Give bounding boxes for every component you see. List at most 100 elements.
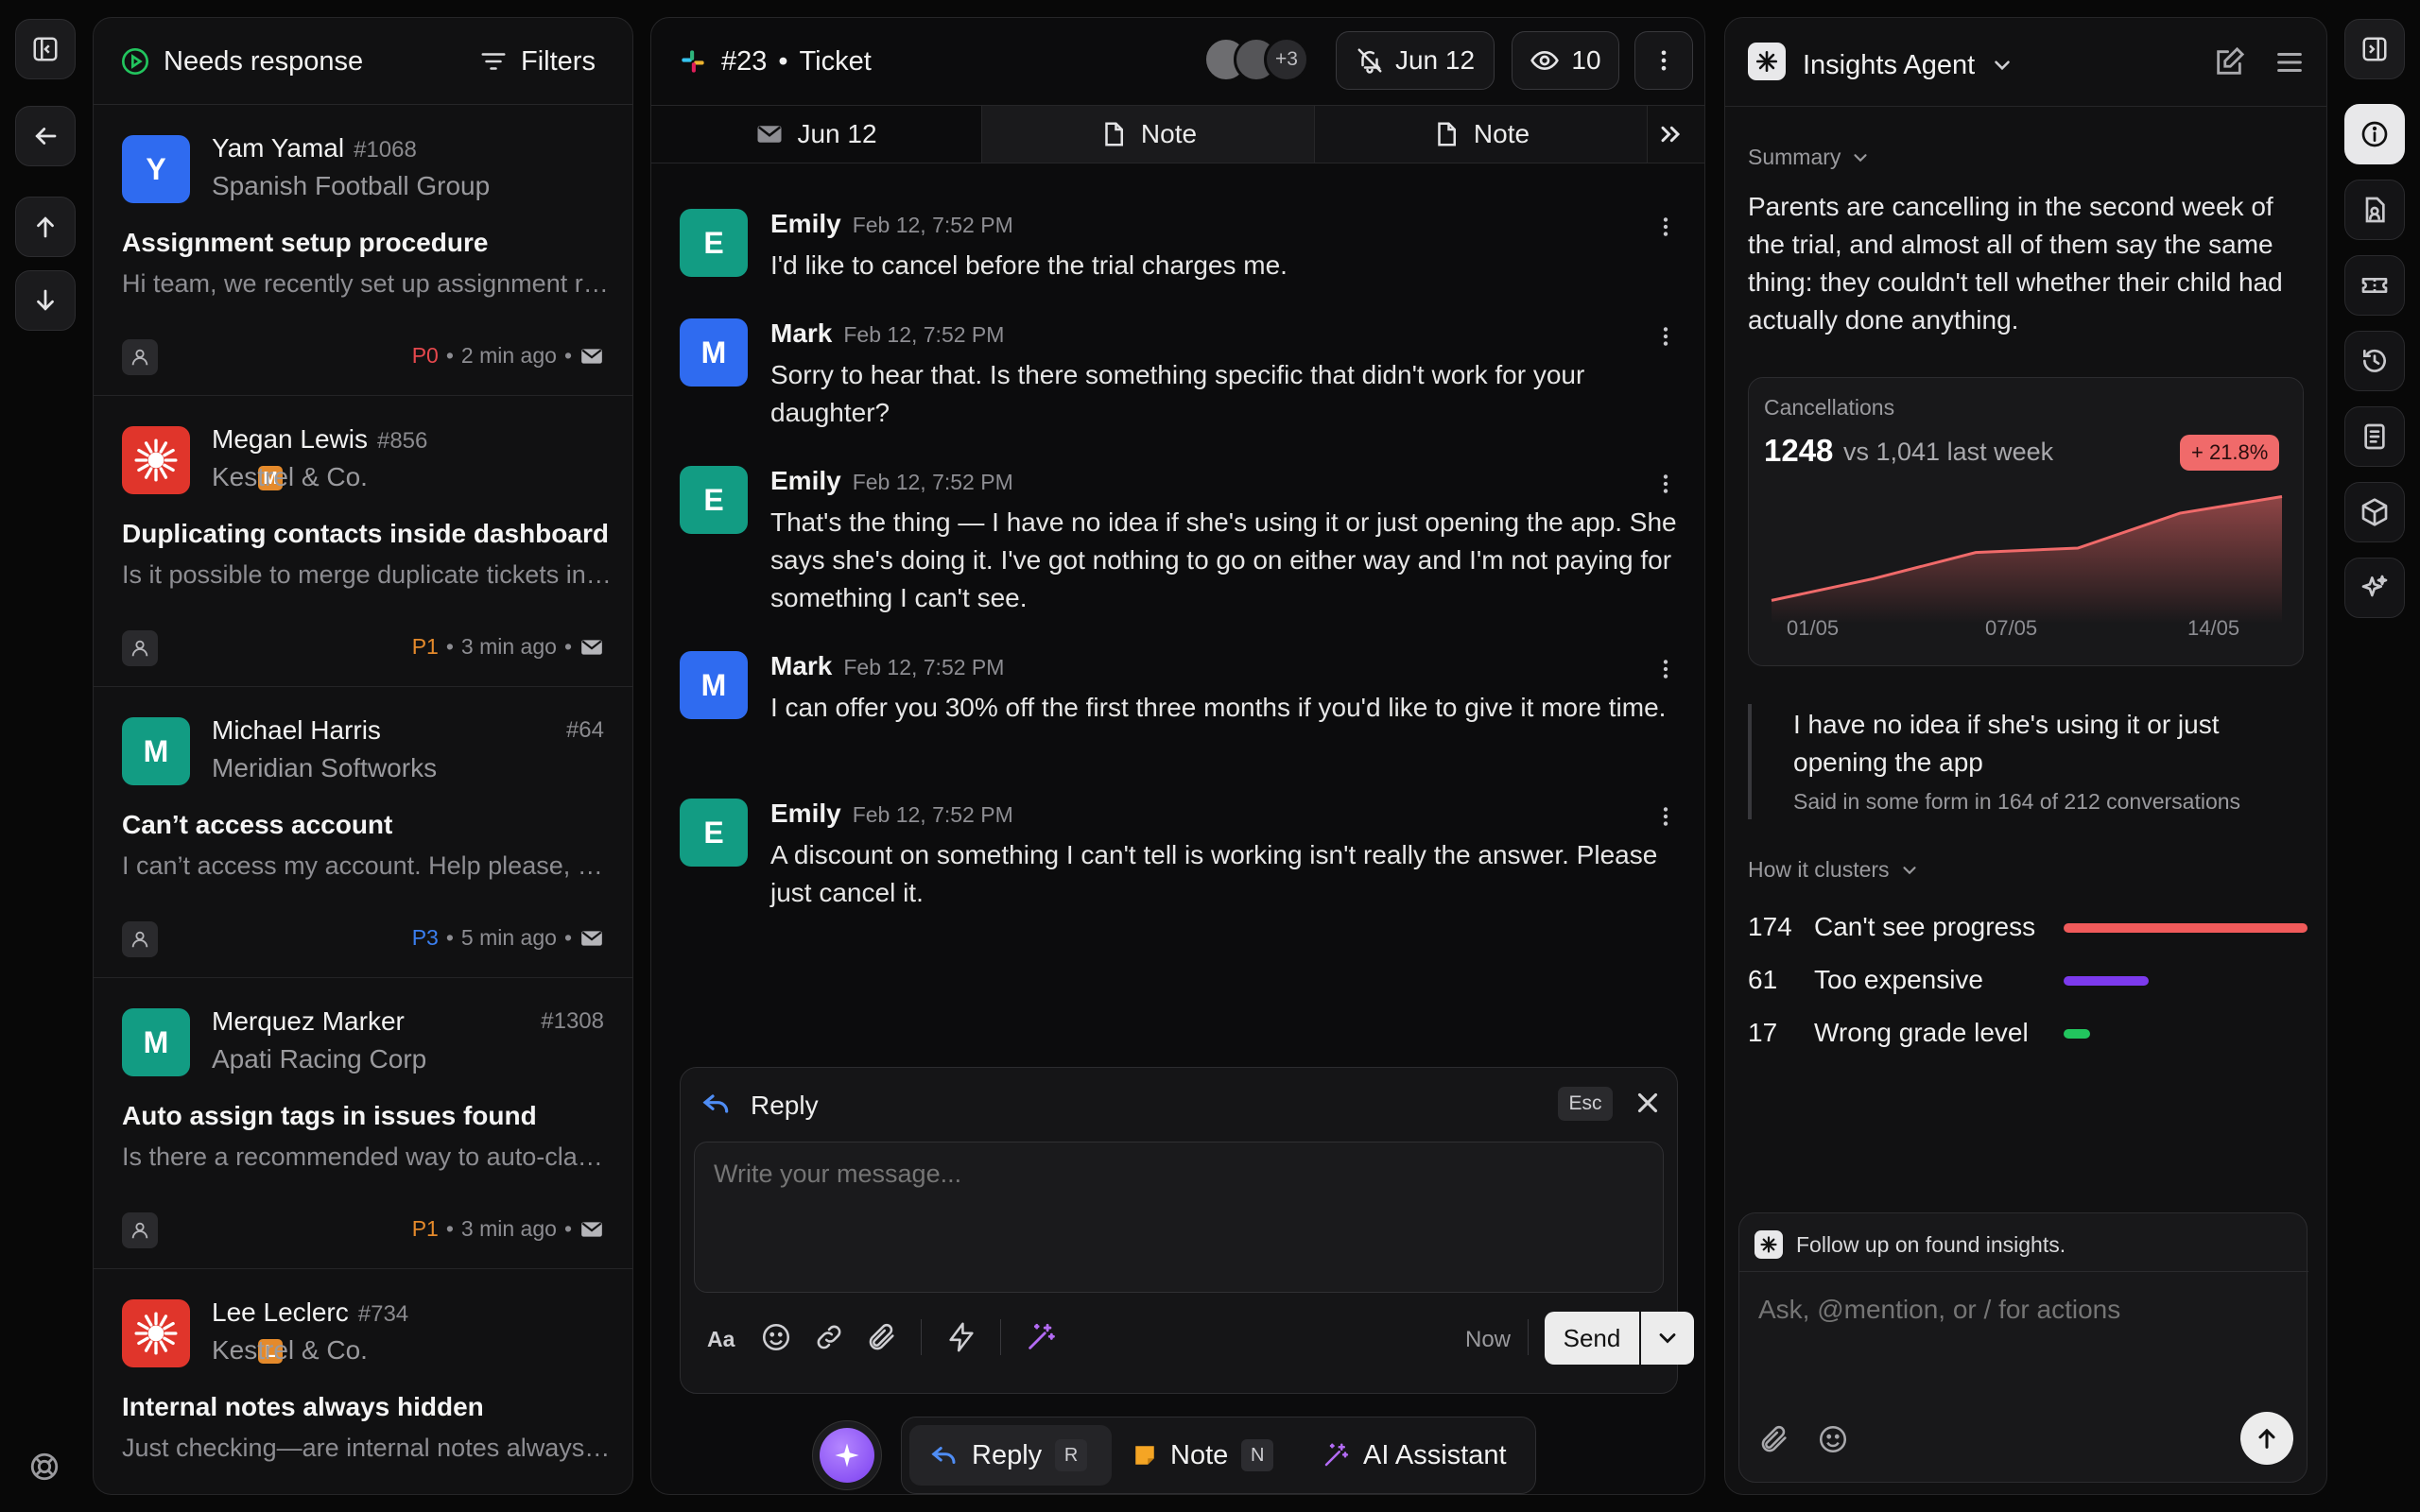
ticket-number: #1068 <box>354 137 417 163</box>
insight-quote: I have no idea if she's using it or just… <box>1793 710 2220 777</box>
send-options-button[interactable] <box>1641 1312 1694 1365</box>
more-tabs-button[interactable] <box>1655 119 1685 149</box>
message-input[interactable] <box>694 1142 1664 1293</box>
emoji-button[interactable] <box>760 1321 792 1353</box>
cluster-row[interactable]: 61 Too expensive <box>1725 965 2292 1003</box>
message-options-button[interactable] <box>1653 472 1678 496</box>
chevron-down-icon <box>1659 1333 1676 1344</box>
cluster-row[interactable]: 174 Can't see progress <box>1725 912 2308 950</box>
contact-file-icon <box>2365 197 2385 223</box>
participants[interactable]: +3 <box>1203 37 1309 82</box>
note-icon <box>1105 122 1123 146</box>
emoji-icon <box>1819 1425 1847 1453</box>
clusters-toggle[interactable]: How it clusters <box>1748 857 1920 883</box>
lifebuoy-icon <box>30 1452 59 1481</box>
ai-assistant-button[interactable]: AI Assistant <box>1322 1425 1507 1486</box>
ticket-tabs: Jun 12 Note Note <box>651 105 1704 163</box>
magic-wand-icon <box>1028 1323 1055 1349</box>
arrow-up-icon <box>2258 1428 2275 1449</box>
message-avatar: E <box>680 466 748 534</box>
message-options-button[interactable] <box>1653 657 1678 681</box>
history-tab-button[interactable] <box>2344 331 2405 391</box>
close-reply-button[interactable] <box>1632 1087 1664 1119</box>
contact-name-row: Yam Yamal #1068 <box>212 133 417 163</box>
attach-button[interactable] <box>866 1321 898 1353</box>
esc-hint: Esc <box>1558 1087 1613 1121</box>
tab-note[interactable]: Note <box>982 106 1315 163</box>
lightning-icon <box>949 1322 974 1352</box>
quote-source: Said in some form in 164 of 212 conversa… <box>1793 789 2241 814</box>
ticket-number: #64 <box>565 717 604 743</box>
message-author-row: Emily Feb 12, 7:52 PM <box>770 466 1013 496</box>
viewers-button[interactable]: 10 <box>1512 31 1619 90</box>
ticket-card[interactable]: M Michael Harris #64 Meridian Softworks C… <box>94 687 632 978</box>
summary-label: Summary <box>1748 145 1841 169</box>
back-button[interactable] <box>15 106 76 166</box>
format-text-button[interactable]: Aa <box>707 1327 735 1352</box>
agent-selector[interactable]: Insights Agent <box>1803 46 2014 84</box>
x-tick-label: 07/05 <box>1985 616 2038 640</box>
reply-action-button[interactable]: Reply R <box>909 1425 1112 1486</box>
ticket-preview: Is it possible to merge duplicate ticket… <box>122 560 614 589</box>
ticket-preview: Is there a recommended way to auto-class… <box>122 1143 614 1171</box>
integrations-tab-button[interactable] <box>2344 482 2405 542</box>
filters-button[interactable]: Filters <box>479 39 596 84</box>
collapse-right-panel-button[interactable] <box>2344 19 2405 79</box>
message-avatar: E <box>680 209 748 277</box>
attach-button[interactable] <box>1758 1423 1790 1455</box>
ai-orb-button[interactable] <box>812 1420 882 1490</box>
contact-name: Michael Harris <box>212 715 381 745</box>
details-tab-button[interactable] <box>2344 104 2405 164</box>
macros-button[interactable] <box>945 1321 977 1353</box>
next-ticket-button[interactable] <box>15 270 76 331</box>
help-button[interactable] <box>28 1451 60 1483</box>
ai-tab-button[interactable] <box>2344 558 2405 618</box>
ticket-card[interactable]: M Megan Lewis #856 Kestrel & Co. Duplicat… <box>94 396 632 687</box>
tickets-tab-button[interactable] <box>2344 255 2405 316</box>
ask-input[interactable] <box>1739 1272 2307 1348</box>
customer-tab-button[interactable] <box>2344 180 2405 240</box>
summary-toggle[interactable]: Summary <box>1748 145 1871 170</box>
message-options-button[interactable] <box>1653 324 1678 349</box>
assignee-button[interactable] <box>122 630 158 666</box>
cluster-row[interactable]: 17 Wrong grade level <box>1725 1018 2292 1056</box>
previous-ticket-button[interactable] <box>15 197 76 257</box>
ticket-subject: Duplicating contacts inside dashboard <box>122 519 609 548</box>
notes-tab-button[interactable] <box>2344 406 2405 467</box>
emoji-button[interactable] <box>1817 1423 1849 1455</box>
menu-button[interactable] <box>2273 46 2306 78</box>
message-author-row: Emily Feb 12, 7:52 PM <box>770 209 1013 239</box>
send-question-button[interactable] <box>2240 1412 2293 1465</box>
tab-note[interactable]: Note <box>1315 106 1648 163</box>
chevron-down-icon <box>1902 866 1916 874</box>
sunburst-logo-icon <box>134 1312 178 1355</box>
insights-header: Insights Agent <box>1725 18 2326 107</box>
more-options-button[interactable] <box>1634 31 1693 90</box>
ticket-card[interactable]: L Lee Leclerc #734 Kestrel & Co. Internal… <box>94 1269 632 1494</box>
ai-assistant-label: AI Assistant <box>1363 1439 1507 1470</box>
assignee-button[interactable] <box>122 1212 158 1248</box>
ai-rewrite-button[interactable] <box>1025 1321 1057 1353</box>
link-button[interactable] <box>813 1321 845 1353</box>
ticket-card[interactable]: Y Yam Yamal #1068 Spanish Football Group … <box>94 105 632 396</box>
paperclip-icon <box>869 1323 894 1350</box>
filter-icon <box>481 53 506 70</box>
assignee-button[interactable] <box>122 339 158 375</box>
note-action-button[interactable]: Note N <box>1132 1425 1274 1486</box>
assignee-button[interactable] <box>122 921 158 957</box>
link-icon <box>817 1325 841 1349</box>
message-options-button[interactable] <box>1653 215 1678 239</box>
send-time[interactable]: Now <box>1142 1327 1511 1353</box>
slack-icon <box>682 50 704 73</box>
tab-email[interactable]: Jun 12 <box>651 106 982 163</box>
priority-badge: P3 <box>411 925 439 950</box>
followup-chip[interactable]: Follow up on found insights. <box>1739 1213 2308 1272</box>
collapse-sidebar-button[interactable] <box>15 19 76 79</box>
snooze-button[interactable]: Jun 12 <box>1336 31 1495 90</box>
mail-icon <box>581 639 602 655</box>
send-button[interactable]: Send <box>1545 1312 1639 1365</box>
message-options-button[interactable] <box>1653 804 1678 829</box>
new-chat-button[interactable] <box>2213 46 2245 78</box>
ticket-card[interactable]: M Merquez Marker #1308 Apati Racing Corp … <box>94 978 632 1269</box>
ticket-subject: Internal notes always hidden <box>122 1392 484 1421</box>
